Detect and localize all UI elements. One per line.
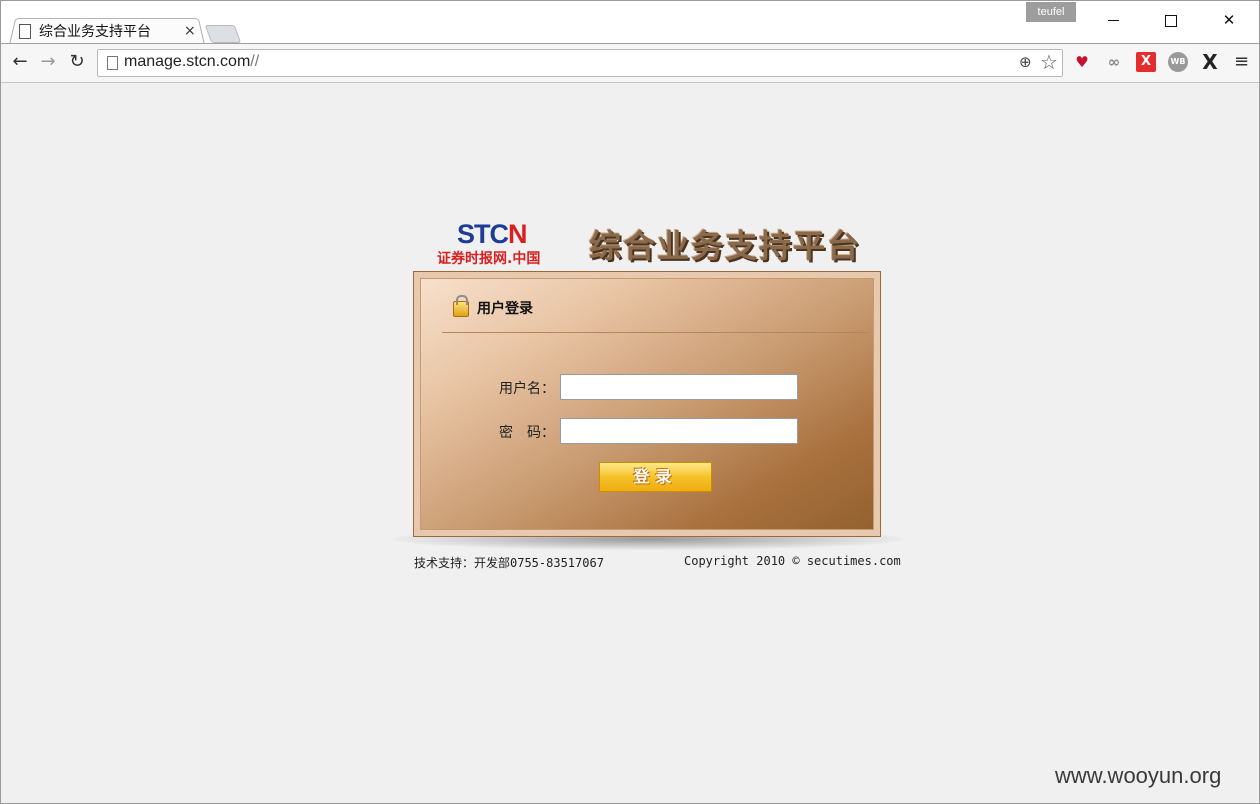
url-path: // — [250, 53, 260, 70]
login-panel-inner: 用户登录 用户名： 密 码： 登录 — [420, 278, 874, 530]
tab-content[interactable]: 综合业务支持平台 — [19, 20, 199, 42]
platform-title: 综合业务支持平台 — [589, 227, 862, 265]
stcn-logo: STCN 证券时报网.中国 — [437, 219, 559, 267]
x-logo-extension-icon[interactable]: X — [1200, 52, 1220, 72]
browser-window: 综合业务支持平台 × teufel ✕ ← → ↻ manage.stcn.co… — [0, 0, 1260, 804]
profile-name[interactable]: teufel — [1026, 2, 1076, 22]
copyright-text: Copyright 2010 © secutimes.com — [684, 554, 901, 568]
logo-subtitle: 证券时报网.中国 — [437, 251, 541, 267]
divider — [442, 332, 868, 333]
browser-toolbar: ← → ↻ manage.stcn.com// ⊕ ☆ ♥ ∞ X WB X ≡ — [1, 43, 1259, 83]
watermark: www.wooyun.org — [1055, 763, 1222, 788]
bookmark-star-icon[interactable]: ☆ — [1040, 50, 1058, 74]
password-label: 密 码： — [499, 425, 555, 441]
menu-icon[interactable]: ≡ — [1234, 52, 1250, 72]
maximize-icon — [1165, 14, 1177, 27]
x-extension-icon[interactable]: X — [1136, 52, 1156, 72]
page-icon — [107, 56, 118, 70]
title-bar: 综合业务支持平台 × teufel ✕ — [1, 1, 1259, 45]
links-extension-icon[interactable]: ∞ — [1104, 52, 1124, 72]
login-panel-title: 用户登录 — [477, 301, 533, 317]
url-host: manage.stcn.com — [124, 53, 251, 70]
logo-red-text: N — [508, 219, 527, 249]
maximize-button[interactable] — [1151, 7, 1191, 33]
page-icon — [19, 23, 31, 39]
logo-blue-text: STC — [457, 219, 509, 249]
login-panel: 用户登录 用户名： 密 码： 登录 — [413, 271, 881, 537]
minimize-icon — [1107, 20, 1119, 21]
username-label: 用户名： — [499, 381, 555, 397]
password-input[interactable] — [560, 418, 798, 444]
back-arrow-icon[interactable]: ← — [10, 52, 30, 72]
login-button[interactable]: 登录 — [599, 462, 712, 492]
wb-extension-icon[interactable]: WB — [1168, 52, 1188, 72]
reload-icon[interactable]: ↻ — [67, 52, 87, 72]
lock-icon — [453, 295, 469, 317]
forward-arrow-icon[interactable]: → — [38, 52, 58, 72]
window-close-button[interactable]: ✕ — [1209, 7, 1249, 33]
tab-close-icon[interactable]: × — [184, 22, 196, 40]
tab-title: 综合业务支持平台 — [39, 24, 151, 40]
minimize-button[interactable] — [1093, 7, 1133, 33]
zoom-icon[interactable]: ⊕ — [1019, 53, 1032, 71]
heart-extension-icon[interactable]: ♥ — [1072, 52, 1092, 72]
address-bar[interactable]: manage.stcn.com// ⊕ ☆ — [97, 49, 1063, 77]
new-tab-button[interactable] — [204, 25, 242, 43]
username-input[interactable] — [560, 374, 798, 400]
logo-wordmark: STCN — [457, 219, 527, 250]
support-text: 技术支持：开发部0755-83517067 — [414, 556, 604, 570]
url-text[interactable]: manage.stcn.com// — [124, 53, 259, 71]
close-icon: ✕ — [1222, 11, 1236, 29]
